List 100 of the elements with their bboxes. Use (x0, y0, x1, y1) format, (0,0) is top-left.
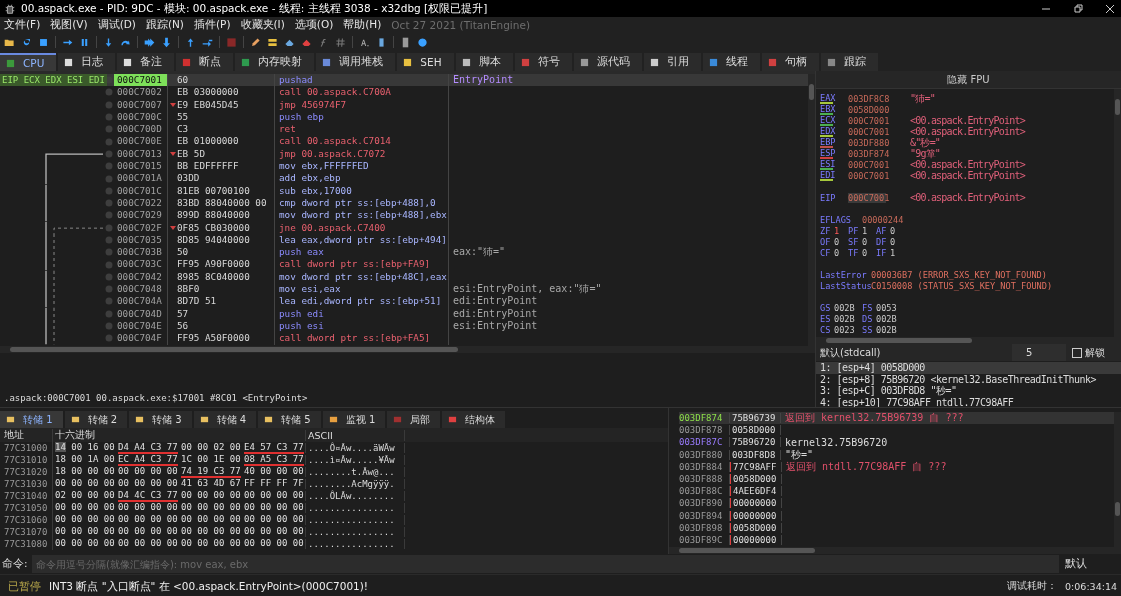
argument-count-spinbox[interactable]: 5 (1012, 344, 1066, 361)
flag-value[interactable]: 1 (890, 247, 904, 258)
tab[interactable]: 转储 2 (64, 411, 128, 428)
segment-value[interactable]: 002B (834, 313, 862, 324)
menu-item[interactable]: 收藏夹(I) (240, 18, 285, 32)
scrollbar[interactable] (1114, 412, 1121, 547)
scrollbar[interactable] (669, 547, 1121, 554)
tab[interactable]: 内存映射 (235, 53, 315, 71)
hide-fpu-button[interactable]: 隐藏 FPU (816, 71, 1121, 89)
tab[interactable]: 脚本 (455, 53, 513, 71)
segment-value[interactable]: 0053 (876, 302, 904, 313)
tab[interactable]: 转储 5 (258, 411, 321, 428)
tab[interactable]: 结构体 (442, 411, 506, 428)
function-icon[interactable] (318, 36, 329, 48)
segment-name: GS (820, 302, 832, 313)
register-value[interactable]: 000C7001 (848, 159, 910, 170)
segment-value[interactable]: 002B (834, 302, 862, 313)
flag-value[interactable]: 0 (862, 247, 876, 258)
segment-value[interactable]: 002B (876, 324, 904, 335)
scrollbar[interactable] (808, 74, 815, 346)
stop-icon[interactable] (38, 36, 49, 48)
address-cell: 000C700E (114, 135, 168, 148)
instruction-cell: mov dword ptr ss:[ebp+488],ebx (275, 209, 449, 222)
tab[interactable]: 源代码 (573, 53, 642, 71)
flag-value[interactable]: 0 (890, 236, 904, 247)
menu-item[interactable]: 选项(O) (294, 18, 334, 32)
register-value[interactable]: 00000244 (862, 214, 904, 225)
close-icon[interactable] (1105, 3, 1115, 14)
hex-cell: E4 57 C3 77 (244, 442, 304, 454)
tab[interactable]: 跟踪 (820, 53, 878, 71)
tab[interactable]: 备注 (117, 53, 175, 71)
column-header[interactable]: 地址 (0, 428, 52, 442)
tab[interactable]: 符号 (514, 53, 572, 71)
arrow-down-icon[interactable] (161, 36, 172, 48)
refresh-icon[interactable] (21, 36, 32, 48)
flag-value[interactable]: 0 (834, 247, 848, 258)
square-icon[interactable] (226, 36, 237, 48)
register-value[interactable]: 000C7001 (848, 115, 910, 126)
register-value[interactable]: 000C7001 (848, 126, 910, 137)
arrow-up-icon[interactable] (185, 36, 196, 48)
pause-icon[interactable] (79, 36, 90, 48)
column-header[interactable]: ASCII (305, 429, 405, 441)
tab[interactable]: 调用堆栈 (316, 53, 396, 71)
arrow-down-icon[interactable] (103, 36, 114, 48)
menu-item[interactable]: 帮助(H) (343, 18, 382, 32)
register-value[interactable]: 000C7001 (848, 170, 910, 181)
tab[interactable]: 线程 (702, 53, 760, 71)
flag-value[interactable]: 1 (834, 225, 848, 236)
unlock-checkbox[interactable]: 解锁 (1068, 345, 1105, 360)
flag-value[interactable]: 0 (890, 225, 904, 236)
ascii-cell: ................ (305, 503, 405, 513)
menu-item[interactable]: 文件(F) (4, 18, 41, 32)
tab[interactable]: 日志 (58, 53, 116, 71)
argument-row[interactable]: 2: [esp+8] 75B96720 <kernel32.BaseThreadInitThunk> (816, 373, 1121, 385)
tab[interactable]: 监视 1 (322, 411, 386, 428)
list-icon[interactable] (267, 36, 278, 48)
register-value[interactable]: 0058D000 (848, 104, 910, 115)
calculator-icon[interactable] (400, 36, 411, 48)
menu-item[interactable]: 跟踪(N) (145, 18, 184, 32)
call-convention-dropdown[interactable]: 默认(stdcall) (816, 345, 1010, 360)
tab[interactable]: 转储 4 (193, 411, 257, 428)
register-info: <00.aspack.EntryPoint> (910, 115, 1025, 126)
tab[interactable]: 转储 1 (0, 411, 63, 428)
argument-row[interactable]: 4: [esp+10] 77C98AFF ntdll.77C98AFF (816, 396, 1121, 407)
value-cell: 75B96739 (730, 413, 781, 424)
scrollbar[interactable] (816, 337, 1121, 344)
square-icon (649, 57, 659, 67)
phone-icon[interactable] (376, 36, 387, 48)
tab[interactable]: 局部 (387, 411, 441, 428)
flag-value[interactable]: 0 (862, 236, 876, 247)
tab[interactable]: 转储 3 (129, 411, 192, 428)
restore-icon[interactable] (1073, 3, 1083, 14)
tab[interactable]: 断点 (176, 53, 234, 71)
argument-row[interactable]: 1: [esp+4] 0058D000 (816, 362, 1121, 374)
square-icon (6, 58, 15, 68)
tab[interactable]: SEH (397, 53, 454, 71)
hash-icon[interactable] (335, 36, 346, 48)
segment-value[interactable]: 0023 (834, 324, 862, 335)
instruction-cell: call dword ptr ss:[ebp+FA9] (275, 258, 449, 271)
menu-item[interactable]: 调试(D) (97, 18, 136, 32)
globe-icon[interactable] (417, 36, 428, 48)
flag-value[interactable]: 0 (834, 236, 848, 247)
scrollbar[interactable] (0, 346, 815, 353)
menu-item[interactable]: 插件(P) (193, 18, 231, 32)
mode-dropdown[interactable]: 默认 (1059, 557, 1121, 571)
register-value[interactable]: 003DF880 (848, 137, 910, 148)
segment-value[interactable]: 002B (876, 313, 904, 324)
tab[interactable]: 句柄 (761, 53, 819, 71)
column-header[interactable]: 十六进制 (52, 428, 305, 442)
argument-row[interactable]: 3: [esp+C] 003DF8D8 "秒=" (816, 385, 1121, 397)
scrollbar[interactable] (1114, 89, 1121, 337)
menu-item[interactable]: 视图(V) (50, 18, 88, 32)
tab[interactable]: CPU (0, 53, 57, 71)
flag-value[interactable]: 1 (862, 225, 876, 236)
double-arrow-icon[interactable] (144, 36, 155, 48)
register-value[interactable]: 003DF874 (848, 148, 910, 159)
pencil-icon[interactable] (250, 36, 261, 48)
tab[interactable]: 引用 (643, 53, 701, 71)
square-icon (448, 415, 458, 424)
register-value[interactable]: 003DF8C8 (848, 93, 910, 104)
